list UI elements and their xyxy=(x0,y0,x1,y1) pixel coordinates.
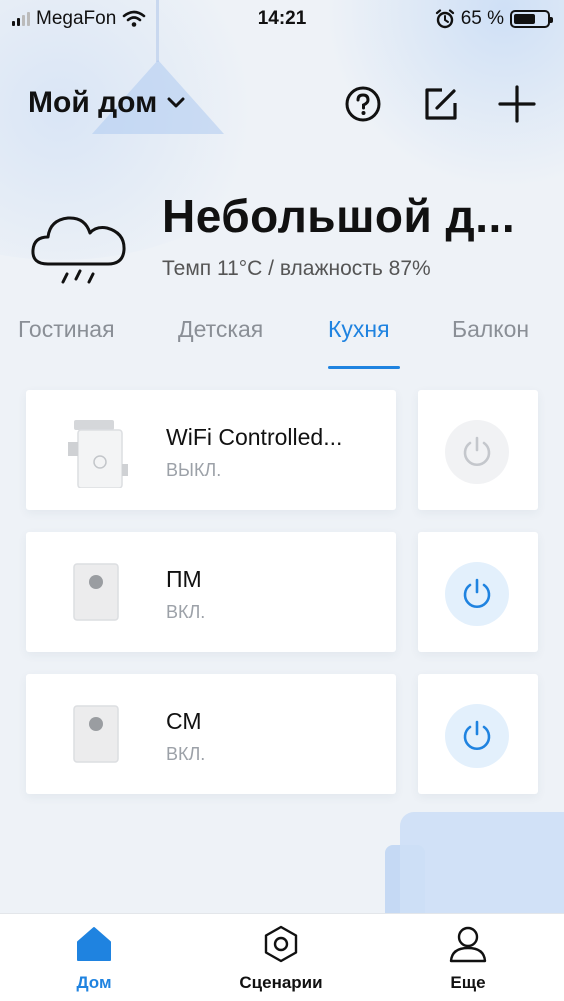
power-icon xyxy=(463,578,491,608)
device-name: ПМ xyxy=(166,566,202,592)
power-icon xyxy=(463,436,491,466)
device-card[interactable]: ПМ ВКЛ. xyxy=(26,532,396,652)
tab-kids-room[interactable]: Детская xyxy=(178,316,263,343)
device-name: СМ xyxy=(166,708,202,734)
tab-kitchen[interactable]: Кухня xyxy=(328,316,390,343)
nav-home[interactable]: Дом xyxy=(24,924,164,993)
home-icon xyxy=(77,927,111,961)
battery-icon xyxy=(510,10,553,28)
edit-icon[interactable] xyxy=(421,84,461,124)
add-icon[interactable] xyxy=(497,84,537,124)
nav-home-label: Дом xyxy=(76,973,112,992)
battery-percent: 65 % xyxy=(460,8,504,29)
chevron-down-icon xyxy=(167,97,185,108)
hexagon-icon xyxy=(264,925,298,963)
room-tabs: Гостиная Детская Кухня Балкон xyxy=(0,310,564,372)
device-row: СМ ВКЛ. xyxy=(0,674,564,794)
switch-module-icon xyxy=(73,705,119,763)
power-card xyxy=(418,674,538,794)
device-status: ВЫКЛ. xyxy=(166,460,222,480)
smart-plug-icon xyxy=(68,420,128,488)
power-toggle-button[interactable] xyxy=(445,420,509,484)
device-card[interactable]: СМ ВКЛ. xyxy=(26,674,396,794)
device-row: ПМ ВКЛ. xyxy=(0,532,564,652)
power-toggle-button[interactable] xyxy=(445,704,509,768)
nav-scenarios-label: Сценарии xyxy=(239,973,323,992)
device-row: WiFi Controlled... ВЫКЛ. xyxy=(0,390,564,510)
tab-living-room[interactable]: Гостиная xyxy=(18,316,115,343)
weather-condition: Небольшой д... xyxy=(162,190,516,242)
power-card xyxy=(418,532,538,652)
device-status: ВКЛ. xyxy=(166,602,206,622)
power-toggle-button[interactable] xyxy=(445,562,509,626)
tab-balcony[interactable]: Балкон xyxy=(452,316,529,343)
nav-scenarios[interactable]: Сценарии xyxy=(211,924,351,993)
status-bar: MegaFon 14:21 65 % xyxy=(0,0,564,38)
home-name: Мой дом xyxy=(28,86,158,119)
home-selector[interactable]: Мой дом xyxy=(28,86,185,120)
bottom-navigation: Дом Сценарии Еще xyxy=(0,913,564,1001)
device-card[interactable]: WiFi Controlled... ВЫКЛ. xyxy=(26,390,396,510)
power-card xyxy=(418,390,538,510)
nav-more-label: Еще xyxy=(450,973,486,992)
switch-module-icon xyxy=(73,563,119,621)
rain-cloud-icon xyxy=(31,216,126,284)
device-status: ВКЛ. xyxy=(166,744,206,764)
header: Мой дом xyxy=(0,80,564,130)
profile-icon xyxy=(449,926,487,963)
nav-more[interactable]: Еще xyxy=(398,924,538,993)
weather-panel: Небольшой д... Темп 11°C / влажность 87% xyxy=(0,185,564,285)
alarm-icon xyxy=(435,9,454,29)
power-icon xyxy=(463,720,491,750)
active-tab-indicator xyxy=(328,366,400,369)
help-icon[interactable] xyxy=(343,84,383,124)
weather-details: Темп 11°C / влажность 87% xyxy=(162,257,431,280)
device-name: WiFi Controlled... xyxy=(166,424,343,450)
